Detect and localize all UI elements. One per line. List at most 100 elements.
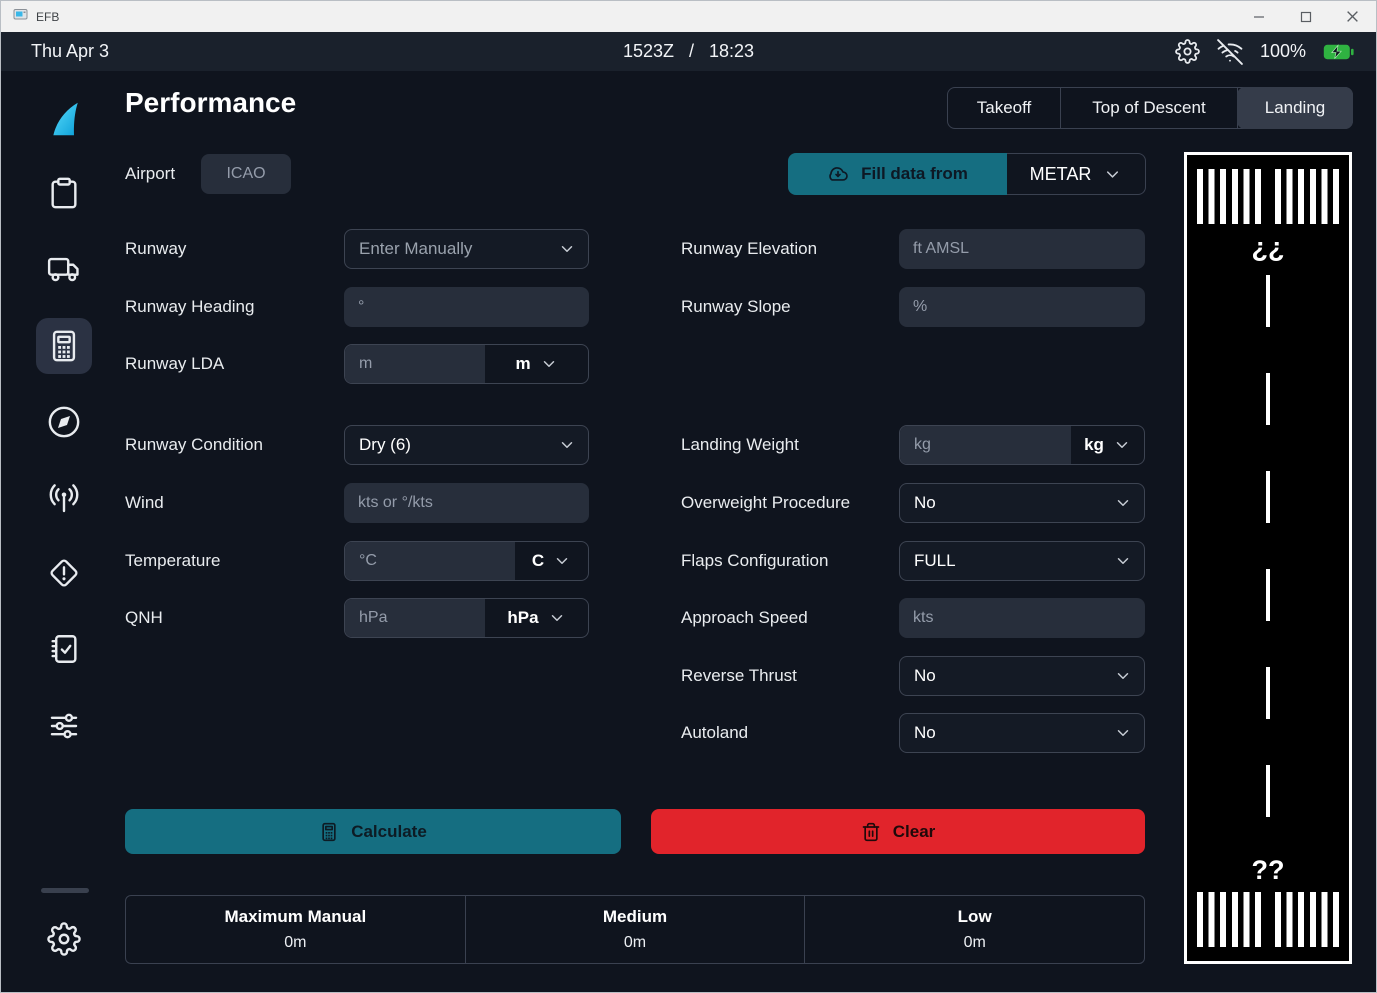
window-controls <box>1235 1 1376 32</box>
minimize-button[interactable] <box>1235 1 1282 32</box>
result-value: 0m <box>284 934 306 952</box>
fill-data-from-label: Fill data from <box>861 164 968 184</box>
utc-time: 1523Z <box>623 41 674 62</box>
airport-label: Airport <box>125 154 175 194</box>
landing-weight-input[interactable] <box>900 426 1071 464</box>
approach-speed-input[interactable] <box>899 598 1145 638</box>
result-maximum-manual: Maximum Manual 0m <box>126 896 466 963</box>
temperature-unit-select[interactable]: C <box>515 542 588 580</box>
runway-lda-unit-select[interactable]: m <box>485 345 588 383</box>
field-label: Runway LDA <box>125 354 344 374</box>
overweight-procedure-value: No <box>914 493 936 513</box>
landing-weight-field: kg <box>899 425 1145 465</box>
field-label: Runway <box>125 239 344 259</box>
form-row-overweight-procedure: Overweight Procedure No <box>681 483 1145 523</box>
sidebar-item-settings[interactable] <box>40 915 88 963</box>
clear-button[interactable]: Clear <box>651 809 1145 854</box>
field-label: Flaps Configuration <box>681 551 899 571</box>
wifi-off-icon[interactable] <box>1217 39 1243 65</box>
qnh-input[interactable] <box>345 599 485 637</box>
page-title: Performance <box>125 87 296 119</box>
form-row-runway: Runway Enter Manually <box>125 229 589 269</box>
field-label: Runway Heading <box>125 297 344 317</box>
sidebar-item-truck[interactable] <box>40 245 88 293</box>
sidebar-item-checklist[interactable] <box>40 625 88 673</box>
result-value: 0m <box>964 934 986 952</box>
calculator-icon <box>47 329 81 363</box>
wind-input[interactable] <box>344 483 589 523</box>
clipboard-icon <box>47 176 81 210</box>
runway-condition-select[interactable]: Dry (6) <box>344 425 589 465</box>
maximize-button[interactable] <box>1282 1 1329 32</box>
compass-icon <box>47 405 81 439</box>
field-label: Runway Slope <box>681 297 899 317</box>
runway-select-value: Enter Manually <box>359 239 472 259</box>
chevron-down-icon <box>540 355 558 373</box>
airport-icao-input[interactable] <box>201 154 291 194</box>
landing-weight-unit-select[interactable]: kg <box>1071 426 1144 464</box>
clock: 1523Z / 18:23 <box>623 41 754 62</box>
reverse-thrust-value: No <box>914 666 936 686</box>
warning-diamond-icon <box>47 556 81 590</box>
form-row-temperature: Temperature C <box>125 541 589 581</box>
runway-threshold-stripes-near <box>1197 892 1339 947</box>
runway-lda-input[interactable] <box>345 345 485 383</box>
sidebar-divider <box>41 888 89 893</box>
chevron-down-icon <box>1114 494 1132 512</box>
airline-logo <box>40 95 88 143</box>
settings-icon[interactable] <box>1175 39 1200 64</box>
reverse-thrust-select[interactable]: No <box>899 656 1145 696</box>
calculate-button[interactable]: Calculate <box>125 809 621 854</box>
runway-slope-input[interactable] <box>899 287 1145 327</box>
field-label: Runway Elevation <box>681 239 899 259</box>
field-label: Landing Weight <box>681 435 899 455</box>
autoland-select[interactable]: No <box>899 713 1145 753</box>
runway-select[interactable]: Enter Manually <box>344 229 589 269</box>
result-label: Medium <box>603 907 667 927</box>
sidebar-item-options[interactable] <box>40 702 88 750</box>
gear-icon <box>47 922 81 956</box>
field-label: Temperature <box>125 551 344 571</box>
qnh-unit-select[interactable]: hPa <box>485 599 588 637</box>
form-row-runway-elevation: Runway Elevation <box>681 229 1145 269</box>
flaps-configuration-select[interactable]: FULL <box>899 541 1145 581</box>
fill-source-select[interactable]: METAR <box>1007 153 1146 195</box>
sidebar-item-broadcast[interactable] <box>40 475 88 523</box>
tab-landing[interactable]: Landing <box>1237 87 1353 129</box>
tab-takeoff[interactable]: Takeoff <box>948 88 1061 128</box>
temperature-input[interactable] <box>345 542 515 580</box>
overweight-procedure-select[interactable]: No <box>899 483 1145 523</box>
chevron-down-icon <box>1114 552 1132 570</box>
sliders-icon <box>47 709 81 743</box>
chevron-down-icon <box>1103 165 1122 184</box>
field-label: Autoland <box>681 723 899 743</box>
form-row-runway-heading: Runway Heading <box>125 287 589 327</box>
form-row-flaps-configuration: Flaps Configuration FULL <box>681 541 1145 581</box>
sidebar-item-compass[interactable] <box>40 398 88 446</box>
runway-lda-field: m <box>344 344 589 384</box>
runway-elevation-input[interactable] <box>899 229 1145 269</box>
form-row-approach-speed: Approach Speed <box>681 598 1145 638</box>
sidebar-item-alerts[interactable] <box>40 549 88 597</box>
runway-diagram: ¿¿ ?? <box>1184 152 1352 964</box>
close-button[interactable] <box>1329 1 1376 32</box>
clear-label: Clear <box>893 822 936 842</box>
form-row-qnh: QNH hPa <box>125 598 589 638</box>
sidebar-item-performance[interactable] <box>40 322 88 370</box>
sidebar-item-clipboard[interactable] <box>40 169 88 217</box>
results-table: Maximum Manual 0m Medium 0m Low 0m <box>125 895 1145 964</box>
unit-value: hPa <box>507 608 538 628</box>
runway-far-designator: ¿¿ <box>1252 234 1285 261</box>
calculator-icon <box>319 822 339 842</box>
fill-data-from-button[interactable]: Fill data from <box>788 153 1007 195</box>
field-label: Overweight Procedure <box>681 493 899 513</box>
calculate-label: Calculate <box>351 822 427 842</box>
field-label: Wind <box>125 493 344 513</box>
fill-source-value: METAR <box>1030 164 1092 185</box>
performance-mode-tabs: Takeoff Top of Descent Landing <box>947 87 1353 129</box>
form-row-landing-weight: Landing Weight kg <box>681 425 1145 465</box>
runway-heading-input[interactable] <box>344 287 589 327</box>
result-value: 0m <box>624 934 646 952</box>
window-title: EFB <box>36 10 59 24</box>
tab-top-of-descent[interactable]: Top of Descent <box>1061 88 1238 128</box>
